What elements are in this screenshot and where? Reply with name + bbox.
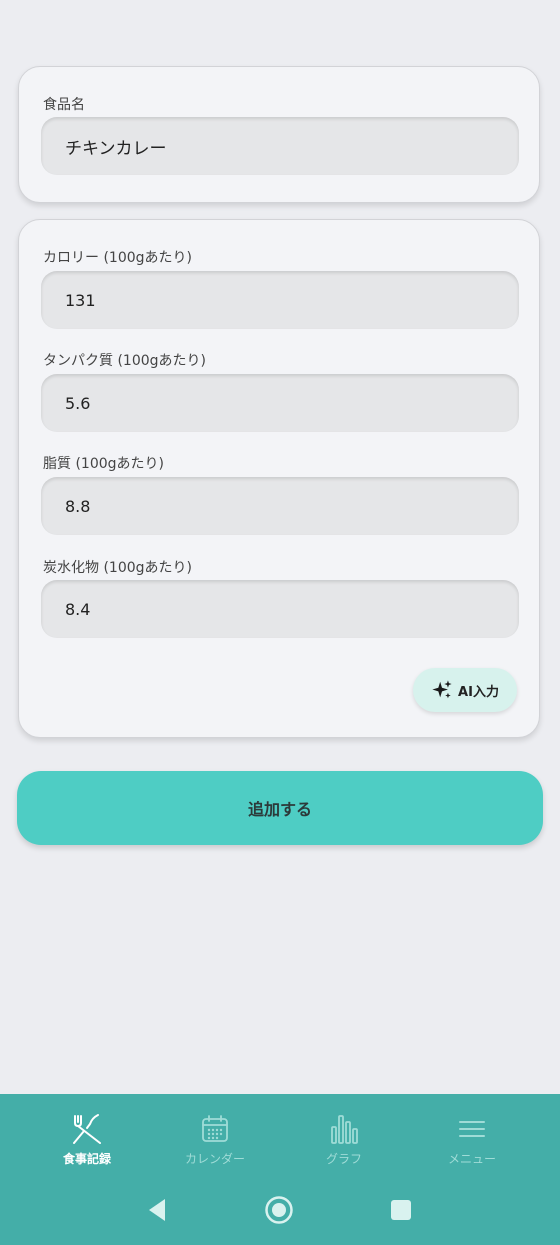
food-name-input[interactable]	[41, 117, 519, 175]
calorie-input[interactable]	[41, 271, 519, 329]
food-name-card: 食品名	[18, 66, 540, 203]
system-recents-button[interactable]	[381, 1190, 421, 1230]
nav-item-meal-log[interactable]: 食事記録	[27, 1112, 147, 1167]
ai-input-button[interactable]: AI入力	[413, 668, 517, 712]
fork-knife-icon	[70, 1112, 104, 1146]
protein-input[interactable]	[41, 374, 519, 432]
nav-item-menu[interactable]: メニュー	[412, 1112, 532, 1167]
fat-input[interactable]	[41, 477, 519, 535]
carb-label: 炭水化物 (100gあたり)	[43, 560, 192, 576]
menu-icon	[458, 1112, 486, 1146]
bottom-nav-bar: 食事記録 カレンダー グラフ メニュー	[0, 1094, 560, 1245]
system-home-button[interactable]	[259, 1190, 299, 1230]
fat-label: 脂質 (100gあたり)	[43, 456, 164, 472]
nav-item-calendar[interactable]: カレンダー	[155, 1112, 275, 1167]
nav-label-calendar: カレンダー	[184, 1152, 245, 1166]
nav-item-graph[interactable]: グラフ	[284, 1112, 404, 1167]
nav-label-graph: グラフ	[325, 1152, 362, 1166]
calorie-label: カロリー (100gあたり)	[43, 250, 192, 266]
bar-chart-icon	[329, 1112, 359, 1146]
system-back-button[interactable]	[137, 1190, 177, 1230]
carb-input[interactable]	[41, 580, 519, 638]
add-button[interactable]: 追加する	[17, 771, 543, 845]
protein-label: タンパク質 (100gあたり)	[43, 353, 206, 369]
nav-label-menu: メニュー	[447, 1152, 496, 1166]
food-name-label: 食品名	[43, 97, 85, 113]
nav-label-meal-log: 食事記録	[62, 1152, 111, 1166]
sparkle-icon	[431, 679, 453, 701]
calendar-icon	[200, 1112, 230, 1146]
nutrition-card: カロリー (100gあたり) タンパク質 (100gあたり) 脂質 (100gあ…	[18, 219, 540, 738]
ai-input-label: AI入力	[458, 684, 499, 700]
